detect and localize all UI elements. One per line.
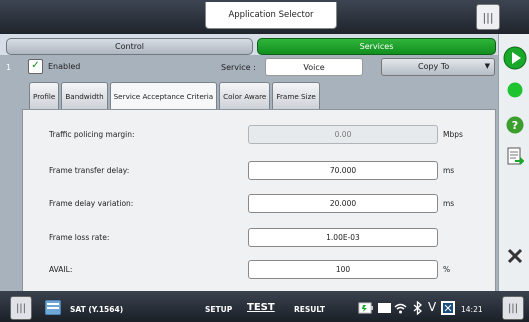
battery-icon xyxy=(358,302,373,314)
frame-transfer-delay-input[interactable]: 70.000 xyxy=(248,161,438,180)
copy-to-label: Copy To xyxy=(418,62,450,71)
field-label-frame-delay-variation: Frame delay variation: xyxy=(49,199,134,208)
report-icon[interactable] xyxy=(506,147,524,167)
field-label-traffic-policing-margin: Traffic policing margin: xyxy=(49,130,135,139)
screen-icon xyxy=(441,301,455,315)
enabled-label: Enabled xyxy=(48,61,81,71)
enabled-checkbox[interactable]: ✓ xyxy=(28,58,43,74)
tab-services[interactable]: Services xyxy=(257,38,496,55)
clock: 14:21 xyxy=(461,305,483,314)
result-button[interactable]: RESULT xyxy=(294,305,325,314)
chevron-down-icon: ▼ xyxy=(484,62,490,70)
field-label-avail: AVAIL: xyxy=(49,265,73,274)
avail-input[interactable]: 100 xyxy=(248,260,438,279)
field-label-frame-loss-rate: Frame loss rate: xyxy=(49,233,110,242)
service-select[interactable]: Voice xyxy=(265,58,363,76)
bluetooth-icon xyxy=(413,301,422,315)
v-icon: V xyxy=(428,300,437,314)
network-icon xyxy=(378,303,391,313)
service-index: 1 xyxy=(6,63,12,72)
frame-transfer-delay-unit: ms xyxy=(443,166,455,175)
frame-delay-variation-unit: ms xyxy=(443,199,455,208)
application-selector[interactable]: Application Selector xyxy=(205,2,337,29)
service-label: Service : xyxy=(221,63,256,72)
app-icon xyxy=(45,300,61,315)
start-icon[interactable] xyxy=(503,46,527,70)
traffic-policing-margin-unit: Mbps xyxy=(443,130,463,139)
copy-to-button[interactable]: Copy To ▼ xyxy=(381,58,495,76)
subtab-color-aware[interactable]: Color Aware xyxy=(219,82,271,110)
traffic-policing-margin-input: 0.00 xyxy=(248,125,438,144)
status-led-icon xyxy=(507,82,523,98)
left-menu-handle[interactable]: ||| xyxy=(10,296,32,320)
avail-unit: % xyxy=(443,265,451,274)
frame-loss-rate-input[interactable]: 1.00E-03 xyxy=(248,228,438,247)
setup-button[interactable]: SETUP xyxy=(205,305,232,314)
subtab-frame-size[interactable]: Frame Size xyxy=(272,82,320,110)
field-label-frame-transfer-delay: Frame transfer delay: xyxy=(49,166,130,175)
frame-delay-variation-input[interactable]: 20.000 xyxy=(248,194,438,213)
subtab-bar: Profile Bandwidth Service Acceptance Cri… xyxy=(29,82,320,111)
enabled-toggle[interactable]: ✓ Enabled xyxy=(28,57,80,75)
menu-handle[interactable]: ||| xyxy=(476,4,500,30)
tab-control[interactable]: Control xyxy=(6,38,253,55)
wifi-icon xyxy=(394,303,407,314)
right-menu-handle[interactable]: ||| xyxy=(502,296,524,320)
subtab-service-acceptance-criteria[interactable]: Service Acceptance Criteria xyxy=(109,82,218,111)
app-name: SAT (Y.1564) xyxy=(70,305,124,314)
subtab-bandwidth[interactable]: Bandwidth xyxy=(61,82,108,110)
svg-text:?: ? xyxy=(512,119,518,132)
help-icon[interactable]: ? xyxy=(506,116,524,134)
close-icon[interactable] xyxy=(507,248,523,264)
test-button[interactable]: TEST xyxy=(247,302,275,313)
subtab-profile[interactable]: Profile xyxy=(29,82,60,110)
